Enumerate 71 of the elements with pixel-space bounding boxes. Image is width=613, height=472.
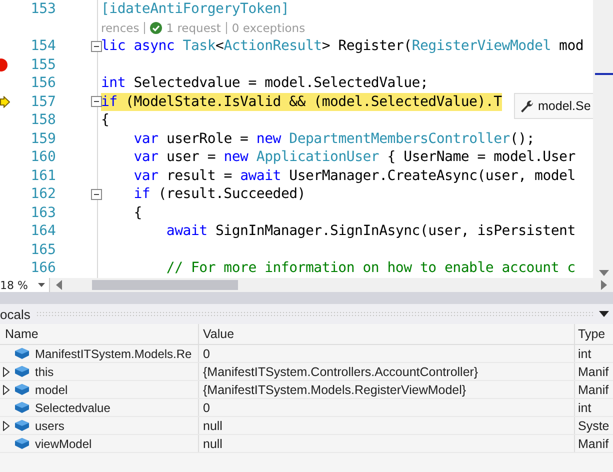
line-number: 156 (30, 75, 56, 92)
code-line: // For more information on how to enable account c (165, 259, 576, 278)
field-icon (15, 366, 29, 377)
dropdown-arrow-icon (38, 283, 45, 287)
line-number: 161 (30, 168, 56, 184)
line-number: 165 (30, 242, 56, 258)
expand-icon[interactable] (3, 366, 10, 376)
wrench-icon (520, 100, 533, 112)
panel-title: ocals (0, 306, 30, 322)
code-line: var user = new ApplicationUser { UserName = model.User (132, 148, 576, 166)
code-line: [idateAntiForgeryToken] (101, 0, 290, 18)
field-icon (15, 384, 29, 395)
table-cell-text: Manif (577, 436, 610, 452)
table-cell: null (199, 435, 575, 452)
code-line: { (101, 111, 110, 130)
collapse-icon[interactable] (91, 96, 102, 108)
table-cell-text: Manif (577, 382, 610, 398)
collapse-icon[interactable] (91, 40, 102, 52)
table-cell-text: int (577, 400, 592, 416)
line-number: 160 (30, 149, 56, 166)
table-cell: 0 (199, 399, 575, 416)
table-cell-text: int (577, 346, 592, 362)
code-line: var result = await UserManager.CreateAsync(user, model (132, 166, 576, 185)
code-line: await SignInManager.SignInAsync(user, isPersistent (165, 222, 576, 240)
table-cell: users (35, 418, 64, 432)
column-header[interactable]: Name (0, 324, 199, 344)
field-icon (15, 402, 29, 413)
line-number: 162 (30, 186, 56, 202)
line-number: 163 (30, 204, 56, 221)
line-number: 164 (30, 223, 56, 240)
scroll-down-icon[interactable] (599, 270, 609, 276)
table-cell-text: Syste (577, 418, 610, 434)
dropdown-arrow-icon[interactable] (599, 311, 609, 317)
table-cell: {ManifestITSystem.Controllers.AccountController} (199, 363, 575, 380)
zoom-dropdown[interactable]: 18 % (0, 278, 50, 292)
line-number: 166 (30, 260, 56, 276)
line-number: 153 (30, 1, 56, 18)
table-cell: {ManifestITSystem.Models.RegisterViewModel} (199, 381, 575, 398)
column-header[interactable]: Type (575, 324, 613, 344)
table-cell: 0 (199, 345, 575, 362)
scroll-right-icon[interactable] (601, 280, 607, 290)
expand-icon[interactable] (3, 384, 10, 394)
breakpoint-icon[interactable] (0, 58, 8, 72)
line-number: 158 (30, 112, 56, 128)
code-line: { (132, 204, 142, 222)
code-line: int Selectedvalue = model.SelectedValue; (101, 74, 428, 92)
code-line: var userRole = new DepartmentMembersController(); (132, 130, 535, 148)
field-icon (15, 438, 29, 449)
field-icon (15, 420, 29, 431)
table-cell-text: Manif (577, 364, 610, 380)
table-cell: model (35, 382, 68, 396)
line-number: 155 (30, 56, 56, 73)
line-number: 159 (30, 130, 56, 147)
code-line: lic async Task<ActionResult> Register(RegisterViewModel mod (101, 37, 584, 56)
field-icon (15, 348, 29, 359)
line-number: 157 (30, 94, 56, 110)
expand-icon[interactable] (3, 420, 10, 430)
table-cell: this (35, 364, 54, 378)
table-cell: Selectedvalue (35, 400, 110, 414)
datatip-text: model.Se (538, 99, 591, 113)
column-header[interactable]: Value (199, 324, 575, 344)
code-line: if (result.Succeeded) (132, 185, 306, 204)
table-cell: ManifestITSystem.Models.Re (35, 346, 192, 360)
scrollbar-thumb[interactable] (92, 280, 238, 290)
collapse-icon[interactable] (91, 188, 102, 200)
table-cell: viewModel (35, 436, 92, 450)
scroll-left-icon[interactable] (56, 280, 62, 290)
line-number: 154 (30, 38, 56, 54)
table-cell: null (199, 417, 575, 434)
datatip[interactable]: model.Se (514, 93, 593, 119)
vertical-scrollbar[interactable] (593, 0, 613, 278)
